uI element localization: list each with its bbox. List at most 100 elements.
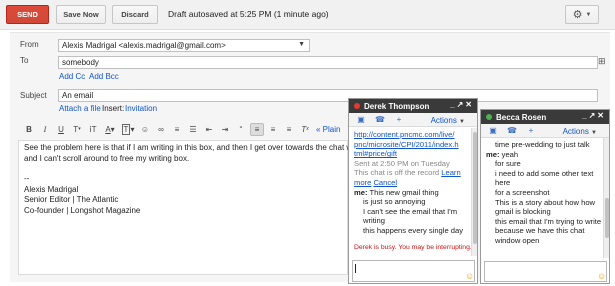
save-now-button[interactable]: Save Now <box>56 5 106 24</box>
chat-window-controls: _↗✕ <box>450 100 474 109</box>
chat-header[interactable]: Becca Rosen _↗✕ <box>481 110 609 124</box>
align-right-icon[interactable]: ≡ <box>282 123 296 136</box>
video-call-icon[interactable]: ▣ <box>354 115 368 124</box>
learn-more-link[interactable]: Learn <box>441 168 460 177</box>
italic-icon[interactable]: I <box>38 123 52 136</box>
actions-label: Actions <box>430 116 457 125</box>
scrollbar-thumb[interactable] <box>473 132 477 244</box>
quote-icon[interactable]: “ <box>234 123 248 136</box>
indent-more-icon[interactable]: ⇥ <box>218 123 232 136</box>
chat-message: This is a story about how how <box>495 197 596 207</box>
actions-menu[interactable]: Actions ▼ <box>563 127 597 136</box>
chat-message: i need to add some other text <box>495 168 594 178</box>
busy-status-icon <box>354 103 360 109</box>
chat-input[interactable] <box>352 260 475 282</box>
message-text: yeah <box>501 149 519 159</box>
busy-notice: Derek is busy. You may be interrupting. <box>354 243 472 251</box>
font-size-icon[interactable]: ⅰT <box>86 123 100 136</box>
plain-text-link[interactable]: « Plain <box>314 123 340 136</box>
off-record-actions: more Cancel <box>354 178 472 188</box>
actions-menu[interactable]: Actions ▼ <box>431 116 465 125</box>
send-button[interactable]: SEND <box>6 5 49 24</box>
add-person-icon[interactable]: + <box>392 115 406 124</box>
text-color-icon[interactable]: A ▾ <box>102 123 118 136</box>
discard-button[interactable]: Discard <box>112 5 158 24</box>
voice-call-icon[interactable]: ☎ <box>505 126 519 135</box>
signature-title: Senior Editor | The Atlantic <box>24 195 119 204</box>
insert-label: Insert: <box>102 104 125 113</box>
invitation-link[interactable]: Invitation <box>125 104 157 113</box>
highlight-color-icon[interactable]: T ▾ <box>120 123 136 136</box>
format-toolbar: B I U T ▾ ⅰT A ▾ T ▾ ☺ ∞ ≡ ☰ ⇤ ⇥ “ ≡ ≡ ≡ Tx… <box>22 122 342 136</box>
chat-contact-name: Derek Thompson <box>364 101 430 111</box>
voice-call-icon[interactable]: ☎ <box>373 115 387 124</box>
emoji-icon[interactable]: ☺ <box>138 123 152 136</box>
chat-message: gmail is blocking <box>495 207 551 217</box>
to-value: somebody <box>62 58 99 67</box>
to-field[interactable]: somebody <box>58 56 598 69</box>
popout-icon[interactable]: ↗ <box>589 111 598 120</box>
chat-message: this happens every single day <box>363 225 464 235</box>
subject-value: An email <box>62 91 94 100</box>
chat-scrollbar[interactable] <box>471 128 477 256</box>
sender-label: me: <box>354 187 368 197</box>
link-icon[interactable]: ∞ <box>154 123 168 136</box>
smiley-icon[interactable]: ☺ <box>465 271 474 281</box>
bulleted-list-icon[interactable]: ☰ <box>186 123 200 136</box>
text-cursor <box>355 264 356 273</box>
from-value: Alexis Madrigal <alexis.madrigal@gmail.c… <box>62 41 226 50</box>
scrollbar-thumb[interactable] <box>605 198 609 238</box>
body-line: See the problem here is that if I am wri… <box>24 143 374 152</box>
chat-message: window open <box>495 235 540 245</box>
chat-message: here <box>495 178 511 188</box>
chat-log: time pre-wedding to just talk me: yeah f… <box>486 140 604 246</box>
add-person-icon[interactable]: + <box>524 126 538 135</box>
chat-log: http://content.pncmc.com/live/ pnc/micro… <box>354 130 472 252</box>
numbered-list-icon[interactable]: ≡ <box>170 123 184 136</box>
chat-link[interactable]: pnc/microsite/CPI/2011/index.h <box>354 140 472 150</box>
body-line: -- <box>24 174 30 183</box>
chat-toolbar: ▣ ☎ + Actions ▼ <box>481 124 609 138</box>
chat-toolbar: ▣ ☎ + Actions ▼ <box>349 113 477 127</box>
chat-input[interactable] <box>484 261 607 282</box>
message-body-text: See the problem here is that if I am wri… <box>24 143 374 216</box>
draft-status: Draft autosaved at 5:25 PM (1 minute ago… <box>168 9 329 19</box>
chat-message: for sure <box>495 159 521 169</box>
settings-button[interactable]: ⚙ ▼ <box>565 5 599 24</box>
close-icon[interactable]: ✕ <box>465 100 474 109</box>
add-bcc-link[interactable]: Add Bcc <box>89 72 119 81</box>
from-select[interactable]: Alexis Madrigal <alexis.madrigal@gmail.c… <box>58 39 310 52</box>
smiley-icon[interactable]: ☺ <box>597 271 606 281</box>
learn-more-link[interactable]: more <box>354 178 371 187</box>
video-call-icon[interactable]: ▣ <box>486 126 500 135</box>
chevron-down-icon: ▼ <box>585 11 592 18</box>
actions-label: Actions <box>562 127 589 136</box>
chevron-down-icon: ▼ <box>298 41 305 48</box>
chat-header[interactable]: Derek Thompson _↗✕ <box>349 99 477 113</box>
chat-scrollbar[interactable] <box>603 138 609 258</box>
underline-icon[interactable]: U <box>54 123 68 136</box>
add-cc-link[interactable]: Add Cc <box>59 72 85 81</box>
indent-less-icon[interactable]: ⇤ <box>202 123 216 136</box>
bold-icon[interactable]: B <box>22 123 36 136</box>
close-icon[interactable]: ✕ <box>597 111 606 120</box>
cancel-off-record-link[interactable]: Cancel <box>373 178 397 187</box>
contacts-icon[interactable]: ⊞ <box>598 56 606 67</box>
remove-formatting-icon[interactable]: Tx <box>298 123 312 136</box>
align-center-icon[interactable]: ≡ <box>266 123 280 136</box>
chat-message: time pre-wedding to just talk <box>495 140 590 149</box>
message-text: This new gmail thing <box>369 187 439 197</box>
chat-timestamp: Sent at 2:50 PM on Tuesday <box>354 158 450 168</box>
popout-icon[interactable]: ↗ <box>457 100 466 109</box>
chat-link[interactable]: tml#price/gift <box>354 149 472 159</box>
chat-message: is just so annoying <box>363 197 426 207</box>
attach-file-link[interactable]: Attach a file <box>59 104 101 113</box>
align-left-icon[interactable]: ≡ <box>250 122 264 136</box>
gear-icon: ⚙ <box>572 9 583 21</box>
chat-message: this email that I'm trying to write <box>495 216 602 226</box>
chat-link[interactable]: http://content.pncmc.com/live/ <box>354 130 472 140</box>
font-family-icon[interactable]: T ▾ <box>70 123 84 136</box>
subject-field[interactable]: An email <box>58 89 598 102</box>
body-line <box>24 164 354 174</box>
chat-message: because we have this chat <box>495 226 585 236</box>
